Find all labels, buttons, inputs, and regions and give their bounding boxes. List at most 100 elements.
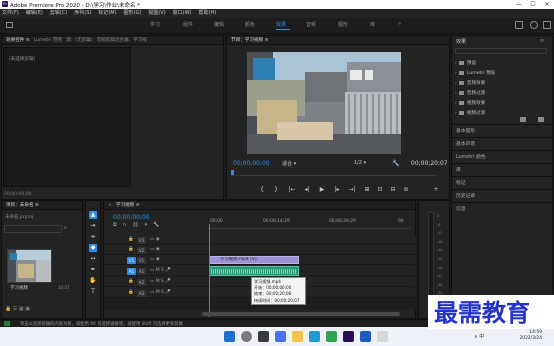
workspace-tab-assembly[interactable]: 组件 [183,21,193,28]
markers-panel[interactable]: 标记 [451,176,553,189]
menu-edit[interactable]: 编辑(E) [26,9,43,18]
export-frame-button[interactable]: ⊟ [389,186,397,193]
find-icon[interactable]: ⌕ [64,225,67,231]
effects-search-input[interactable] [455,48,547,54]
play-button[interactable]: ▶ [318,186,326,193]
tab-audio-clip-mixer[interactable]: 音频剪辑混合器：学习视 [97,36,148,45]
zoom-fit-select[interactable]: 适合 ▾ [282,160,296,167]
task-view-icon[interactable] [258,331,269,342]
eye-icon[interactable]: ◉ [156,257,160,262]
history-panel[interactable]: 历史记录 [451,189,553,202]
taskbar-clock[interactable]: 14:59 2022/3/24 [512,330,542,342]
tab-effect-controls[interactable]: 效果控件 ≡ [6,36,30,45]
step-back-button[interactable]: ◂| [303,186,311,193]
linked-selection-icon[interactable]: ⛓ [132,222,144,228]
timeline-playhead[interactable] [209,224,210,317]
tab-source-monitor[interactable]: 源：(无剪辑) [66,36,93,45]
sync-lock-icon[interactable]: ▭ [150,268,154,273]
razor-tool-icon[interactable]: ◆ [89,244,97,252]
track-lock-icon[interactable]: 🔒 [128,247,134,252]
eye-icon[interactable]: ◉ [156,247,160,252]
program-video-frame[interactable] [247,52,401,154]
workspace-tab-effects[interactable]: 效果 [276,21,286,28]
tab-project[interactable]: 项目：未命名 ≡ [6,201,39,210]
premiere-taskbar-icon[interactable] [343,331,354,342]
add-marker-icon[interactable]: ▾ [145,222,154,228]
tab-lumetri-scopes[interactable]: Lumetri 范围 [34,36,62,45]
menu-file[interactable]: 文件(F) [2,9,19,18]
comparison-view-button[interactable]: ⊘ [402,186,410,193]
workspace-tab-color[interactable]: 颜色 [245,21,255,28]
system-tray[interactable]: ∧ 中 [474,333,484,340]
tab-sequence[interactable]: 学习视频 ≡ [116,201,140,210]
minimize-button[interactable]: — [512,0,526,9]
lock-icon[interactable]: 🔒 [5,306,11,312]
wrench-icon[interactable]: 🔧 [392,160,399,167]
project-search-input[interactable] [4,225,62,233]
track-lock-icon[interactable]: 🔒 [128,237,134,242]
pen-tool-icon[interactable]: ✒ [89,266,97,274]
solo-button[interactable]: S [161,268,164,273]
source-patch-v1[interactable]: V1 [127,257,136,264]
ripple-edit-tool-icon[interactable]: ⟛ [89,233,97,241]
eye-icon[interactable]: ◉ [156,237,160,242]
workspace-tab-learn[interactable]: 学习 [150,21,160,28]
selection-tool-icon[interactable]: ▲ [89,211,97,219]
workspace-tab-graphics[interactable]: 图形 [338,21,348,28]
libraries-panel[interactable]: 库 [451,163,553,176]
menu-view[interactable]: 视图(V) [148,9,165,18]
effects-folder[interactable]: › 视频过渡 [455,110,485,116]
track-lock-icon[interactable]: 🔒 [128,290,134,295]
track-label-a3[interactable]: A3 [137,290,146,297]
menu-marker[interactable]: 标记(M) [98,9,116,18]
effects-folder[interactable]: › Lumetri 预设 [455,70,495,76]
nest-toggle-icon[interactable]: ⧉ [113,222,123,228]
solo-button[interactable]: S [161,279,164,284]
source-patch-a1[interactable]: A1 [127,268,136,275]
lift-button[interactable]: ⊞ [363,186,371,193]
app-taskbar-icon[interactable] [377,331,388,342]
sync-lock-icon[interactable]: ▭ [150,247,154,252]
program-playhead[interactable] [231,170,234,175]
track-label-v3[interactable]: V3 [137,237,146,244]
icon-view-icon[interactable]: ▦ [19,306,24,312]
track-select-tool-icon[interactable]: ⇥ [89,222,97,230]
workspace-tab-libraries[interactable]: 库 [370,21,375,28]
wechat-icon[interactable] [326,331,337,342]
workspace-tab-editing[interactable]: 编辑 [214,21,224,28]
video-clip[interactable]: 学习视频.mp4 [V] [209,256,299,264]
info-panel[interactable]: 信息 [451,202,553,215]
mic-icon[interactable]: 🎤 [165,279,171,284]
timeline-settings-icon[interactable]: 🔧 [153,222,165,228]
sync-lock-icon[interactable]: ▭ [150,279,154,284]
menu-window[interactable]: 窗口(W) [173,9,192,18]
button-editor-plus[interactable]: + [432,186,440,193]
mark-in-button[interactable]: { [258,186,266,193]
start-menu-icon[interactable] [224,331,235,342]
menu-help[interactable]: 帮助(H) [199,9,217,18]
mic-icon[interactable]: 🎤 [165,268,171,273]
menu-clip[interactable]: 剪辑(C) [50,9,67,18]
file-explorer-icon[interactable] [292,331,303,342]
hand-tool-icon[interactable]: ✋ [89,277,97,285]
mark-out-button[interactable]: } [272,186,280,193]
new-bin-icon[interactable] [520,117,526,122]
track-label-a2[interactable]: A2 [137,279,146,286]
mic-icon[interactable]: 🎤 [165,290,171,295]
track-lock-icon[interactable]: 🔒 [128,279,134,284]
program-current-timecode[interactable]: 00;00;00;00 [233,160,270,167]
go-to-in-button[interactable]: |← [288,186,296,193]
effects-folder[interactable]: › 音频过渡 [455,90,485,96]
essential-graphics-panel[interactable]: 基本图形 [451,124,553,137]
lumetri-color-panel[interactable]: Lumetri 颜色 [451,150,553,163]
effects-folder[interactable]: › 预设 [455,60,476,66]
essential-sound-panel[interactable]: 基本声音 [451,137,553,150]
taskbar-search-icon[interactable] [241,331,252,342]
quick-export-icon[interactable] [515,21,523,29]
delete-icon[interactable] [538,117,544,122]
go-to-out-button[interactable]: →| [348,186,356,193]
timeline-ruler[interactable] [207,225,410,229]
sync-lock-icon[interactable]: ▭ [150,257,154,262]
clip-thumbnail[interactable] [7,249,52,283]
slip-tool-icon[interactable]: ↔ [89,255,97,263]
